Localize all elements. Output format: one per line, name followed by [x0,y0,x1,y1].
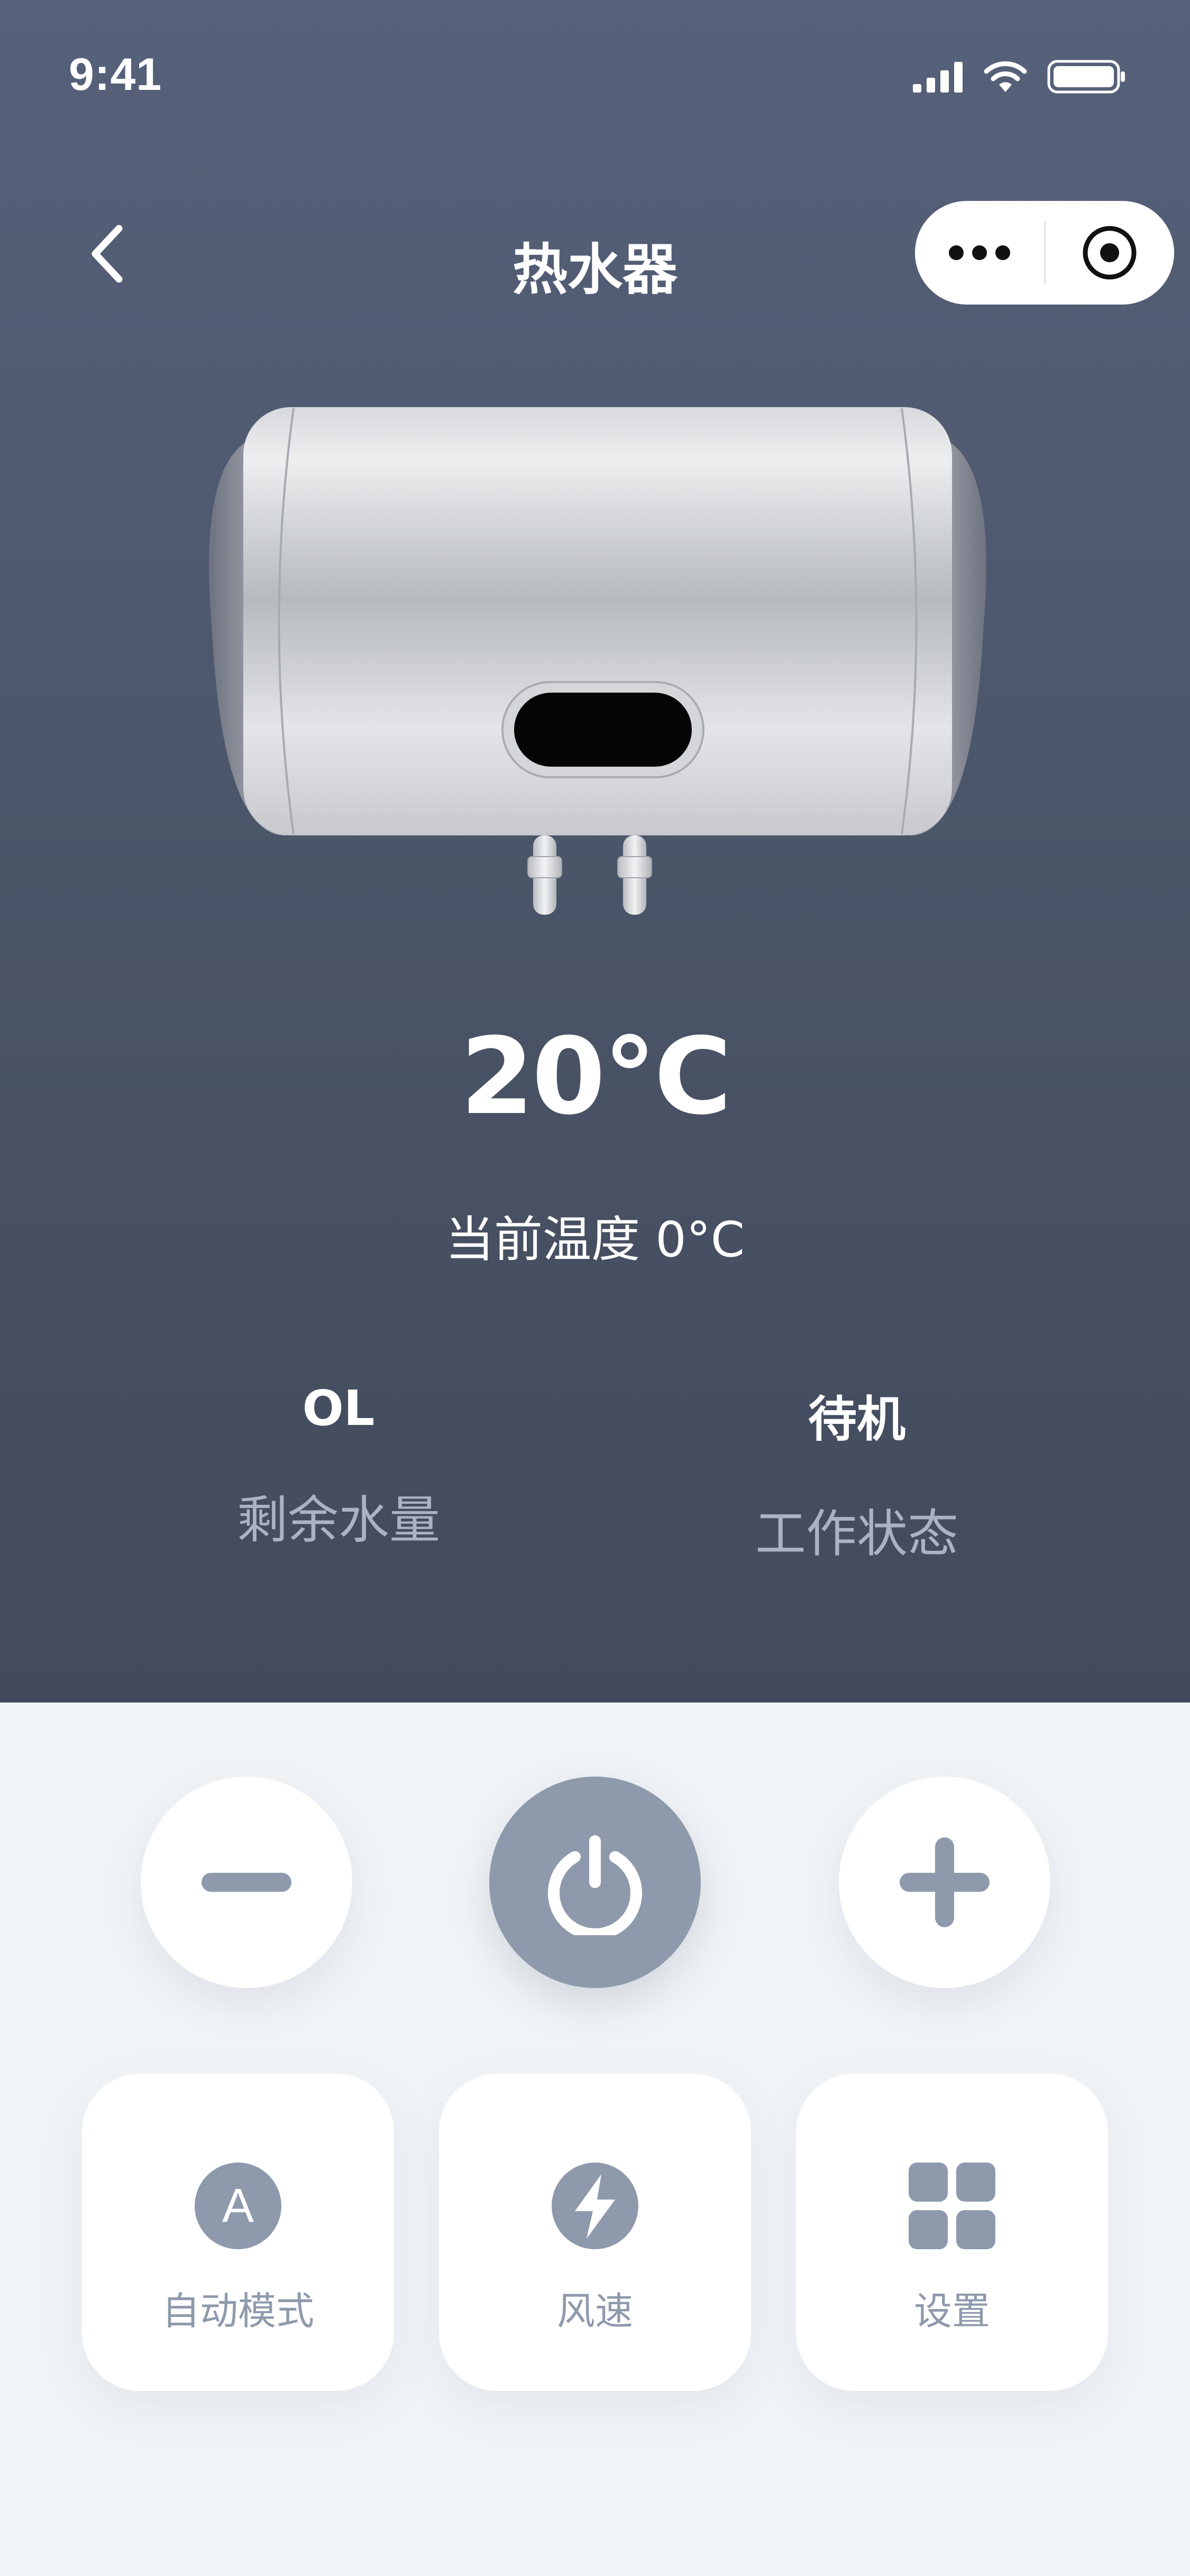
more-button[interactable] [915,201,1044,305]
settings-label: 设置 [913,2289,990,2333]
minus-icon [202,1873,291,1892]
settings-button[interactable]: 设置 [796,2074,1108,2391]
stat-value: 待机 [808,1391,905,1448]
status-time: 9:41 [69,49,162,100]
water-heater-image [209,407,986,915]
power-icon [548,1835,642,1935]
signal-icon [913,62,963,93]
stat-label: 工作状态 [755,1504,958,1563]
plus-icon [900,1837,990,1927]
stat-remaining-water: OL 剩余水量 [153,1380,524,1552]
power-button[interactable] [489,1777,701,1988]
stat-label: 剩余水量 [237,1491,440,1550]
wind-speed-button[interactable]: 风速 [439,2074,751,2391]
set-temperature: 20°C [460,1015,731,1138]
auto-mode-button[interactable]: A 自动模式 [82,2074,394,2391]
auto-mode-label: 自动模式 [161,2289,314,2333]
grid-icon [909,2163,995,2249]
stat-work-status: 待机 工作状态 [672,1380,1042,1566]
lightning-icon [552,2163,638,2249]
navigation-bar: 热水器 [0,201,1190,307]
wind-speed-label: 风速 [556,2289,633,2333]
increase-temperature-button[interactable] [839,1777,1050,1988]
mini-program-capsule [915,201,1174,305]
target-icon [1083,226,1137,280]
battery-icon [1047,60,1125,94]
decrease-temperature-button[interactable] [141,1777,352,1988]
stat-value: OL [302,1380,375,1437]
more-dots-icon [948,245,1010,260]
svg-text:A: A [222,2179,254,2232]
wifi-icon [984,61,1027,92]
current-temperature: 当前温度 0°C [445,1211,745,1268]
status-bar: 9:41 [0,0,1190,148]
close-mini-program-button[interactable] [1046,201,1175,305]
auto-a-icon: A [195,2163,281,2249]
status-icons [913,58,1127,95]
